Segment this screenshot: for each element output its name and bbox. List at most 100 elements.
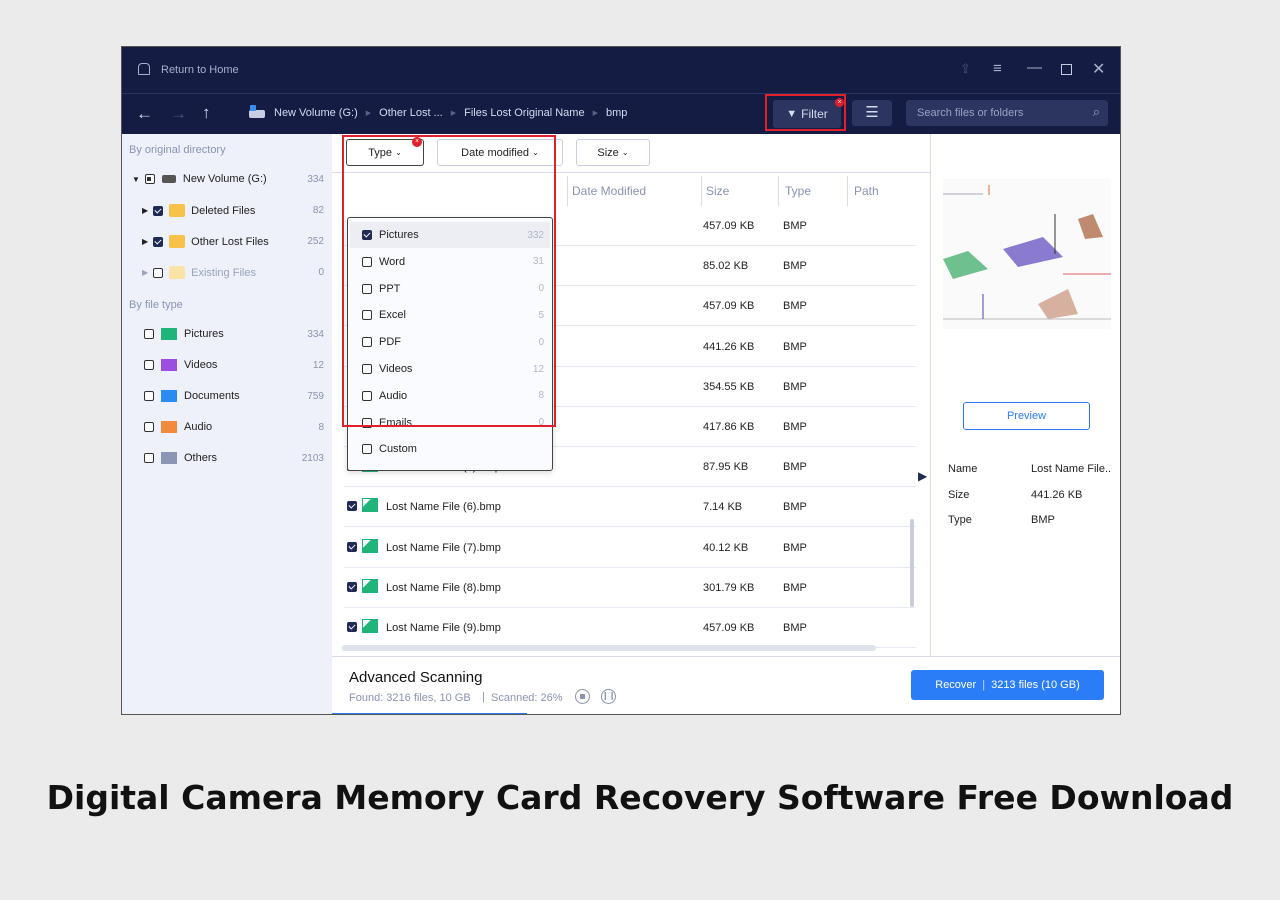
file-size: 301.79 KB <box>703 581 755 594</box>
option-checkbox[interactable] <box>362 444 372 455</box>
horizontal-scrollbar[interactable] <box>342 645 876 651</box>
column-type[interactable]: Type <box>778 176 848 206</box>
breadcrumb-sep-icon: ▶ <box>365 110 372 117</box>
checkbox[interactable] <box>153 267 164 278</box>
pictures-icon <box>161 328 177 340</box>
return-home-link[interactable]: Return to Home <box>161 64 239 76</box>
file-name: Lost Name File (7).bmp <box>386 541 501 554</box>
menu-icon[interactable]: ≡ <box>993 60 1002 77</box>
file-name: Lost Name File (6).bmp <box>386 501 501 514</box>
file-type: BMP <box>783 300 807 313</box>
checkbox[interactable] <box>144 422 154 432</box>
count: 0 <box>318 267 324 278</box>
breadcrumb-sep-icon: ▶ <box>592 110 598 117</box>
row-checkbox[interactable] <box>347 581 357 592</box>
preview-button[interactable]: Preview <box>963 402 1090 430</box>
file-size: 417.86 KB <box>703 421 755 433</box>
drive-icon <box>249 110 265 118</box>
others-icon <box>161 452 177 464</box>
type-option-custom[interactable]: Custom <box>350 436 550 462</box>
image-file-icon <box>362 538 378 553</box>
file-type: BMP <box>783 461 807 474</box>
tree-item-other-lost-files[interactable]: ▶ Other Lost Files 252 <box>142 235 332 248</box>
search-input[interactable]: Search files or folders ⌕ <box>906 100 1108 126</box>
back-icon[interactable]: ← <box>136 104 153 124</box>
breadcrumb-item[interactable]: Other Lost ... <box>379 107 443 119</box>
search-icon[interactable]: ⌕ <box>1093 104 1100 120</box>
table-row[interactable]: Lost Name File (8).bmp 301.79 KB BMP <box>344 568 916 608</box>
forward-icon[interactable]: → <box>170 104 187 124</box>
collapse-preview-icon[interactable]: ▶ <box>918 469 927 483</box>
file-type: BMP <box>783 421 807 433</box>
file-type: BMP <box>783 622 807 634</box>
row-checkbox[interactable] <box>347 501 357 512</box>
file-name: Lost Name File (9).bmp <box>386 622 501 634</box>
breadcrumb-item[interactable]: New Volume (G:) <box>274 107 358 119</box>
column-size[interactable]: Size <box>701 176 779 206</box>
checkbox[interactable] <box>144 329 154 339</box>
videos-icon <box>161 359 177 371</box>
drive-badge-icon <box>250 105 256 111</box>
checkbox[interactable] <box>144 360 154 370</box>
file-type: BMP <box>783 581 807 594</box>
page-caption: Digital Camera Memory Card Recovery Soft… <box>46 778 1234 817</box>
tree-item-existing-files[interactable]: ▶ Existing Files 0 <box>142 266 332 279</box>
maximize-icon[interactable] <box>1061 64 1072 75</box>
type-item-documents[interactable]: Documents 759 <box>144 390 332 402</box>
name-value: Lost Name File.. <box>1031 463 1112 475</box>
checkbox[interactable] <box>144 174 155 184</box>
share-icon[interactable]: ⇪ <box>960 61 971 77</box>
table-row[interactable]: Lost Name File (6).bmp 7.14 KB BMP <box>344 487 916 528</box>
file-size: 87.95 KB <box>703 461 749 474</box>
type-label: Audio <box>184 421 213 433</box>
file-size: 441.26 KB <box>703 340 755 353</box>
folder-icon <box>169 266 186 279</box>
tree-label: Other Lost Files <box>191 235 269 248</box>
count: 82 <box>312 205 324 216</box>
title-bar: Return to Home ⇪ ≡ — ✕ <box>122 47 1120 94</box>
tree-item-new-volume[interactable]: ▼ New Volume (G:) 334 <box>132 173 332 185</box>
search-placeholder: Search files or folders <box>917 107 1024 119</box>
view-toggle-button[interactable]: ☰ <box>852 100 892 126</box>
checkbox[interactable] <box>153 236 164 247</box>
home-icon[interactable] <box>138 63 150 75</box>
type-label: Others <box>184 452 218 464</box>
tree-label: Deleted Files <box>191 204 256 217</box>
count: 12 <box>312 359 324 371</box>
vertical-scrollbar[interactable] <box>910 519 914 607</box>
row-checkbox[interactable] <box>347 622 357 632</box>
checkbox[interactable] <box>144 453 154 463</box>
table-row[interactable]: Lost Name File (7).bmp 40.12 KB BMP <box>344 528 916 568</box>
minimize-icon[interactable]: — <box>1027 59 1042 76</box>
checkbox[interactable] <box>144 391 154 401</box>
stop-icon[interactable] <box>575 689 590 704</box>
drive-icon <box>161 175 176 183</box>
column-path[interactable]: Path <box>847 176 917 206</box>
count: 759 <box>307 390 324 402</box>
folder-icon <box>169 204 186 217</box>
type-label: Videos <box>184 359 218 371</box>
type-item-videos[interactable]: Videos 12 <box>144 359 332 371</box>
close-icon[interactable]: ✕ <box>1092 59 1105 79</box>
row-checkbox[interactable] <box>347 541 357 552</box>
pause-icon[interactable]: ❙❙ <box>601 689 616 704</box>
type-item-others[interactable]: Others 2103 <box>144 452 332 464</box>
column-date[interactable]: Date Modified <box>567 176 697 206</box>
recover-button[interactable]: Recover | 3213 files (10 GB) <box>911 670 1104 700</box>
tree-item-deleted-files[interactable]: ▶ Deleted Files 82 <box>142 204 332 217</box>
file-type: BMP <box>783 501 807 514</box>
type-item-pictures[interactable]: Pictures 334 <box>144 328 332 340</box>
file-size: 354.55 KB <box>703 380 755 393</box>
checkbox[interactable] <box>153 205 164 216</box>
breadcrumb-item[interactable]: bmp <box>606 107 627 119</box>
chevron-down-icon: ⌄ <box>621 148 629 157</box>
filter-highlight <box>765 94 846 131</box>
separator: | <box>482 691 485 703</box>
count: 334 <box>307 328 324 340</box>
size-filter-button[interactable]: Size ⌄ <box>576 139 650 166</box>
table-row[interactable]: Lost Name File (9).bmp 457.09 KB BMP <box>344 608 916 648</box>
breadcrumb-item[interactable]: Files Lost Original Name <box>464 107 584 119</box>
tree-label: Existing Files <box>191 266 256 279</box>
up-icon[interactable]: ↑ <box>202 103 211 123</box>
type-item-audio[interactable]: Audio 8 <box>144 421 332 433</box>
